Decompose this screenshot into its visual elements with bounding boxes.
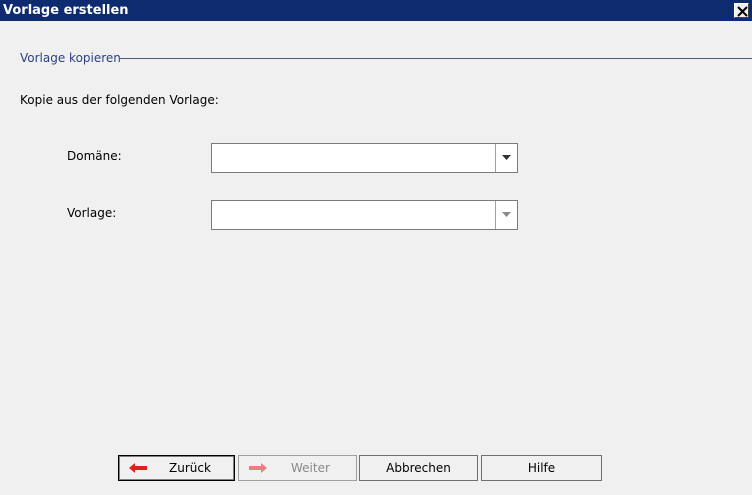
help-button-label: Hilfe bbox=[527, 461, 556, 475]
domain-label: Domäne: bbox=[67, 149, 122, 163]
next-button[interactable]: Weiter bbox=[238, 455, 357, 481]
title-bar: Vorlage erstellen bbox=[0, 0, 752, 21]
chevron-down-icon bbox=[502, 155, 511, 160]
template-dropdown-toggle[interactable] bbox=[496, 201, 517, 229]
template-dropdown[interactable] bbox=[211, 200, 518, 230]
domain-dropdown-toggle[interactable] bbox=[496, 144, 517, 172]
domain-dropdown[interactable] bbox=[211, 143, 518, 173]
next-button-label: Weiter bbox=[291, 461, 330, 475]
back-button[interactable]: Zurück bbox=[118, 455, 235, 481]
chevron-down-icon bbox=[502, 212, 511, 217]
help-button[interactable]: Hilfe bbox=[481, 455, 602, 481]
section-divider bbox=[120, 58, 752, 59]
create-template-dialog: Vorlage erstellen Vorlage kopieren Kopie… bbox=[0, 0, 752, 495]
template-label: Vorlage: bbox=[67, 206, 117, 220]
arrow-right-icon bbox=[249, 463, 267, 473]
close-button[interactable] bbox=[734, 3, 749, 18]
dialog-title: Vorlage erstellen bbox=[3, 3, 129, 18]
cancel-button[interactable]: Abbrechen bbox=[359, 455, 478, 481]
back-button-label: Zurück bbox=[169, 461, 211, 475]
cancel-button-label: Abbrechen bbox=[386, 461, 451, 475]
arrow-left-icon bbox=[129, 463, 147, 473]
close-icon bbox=[737, 6, 748, 17]
section-title: Vorlage kopieren bbox=[20, 51, 121, 65]
intro-text: Kopie aus der folgenden Vorlage: bbox=[20, 93, 219, 107]
